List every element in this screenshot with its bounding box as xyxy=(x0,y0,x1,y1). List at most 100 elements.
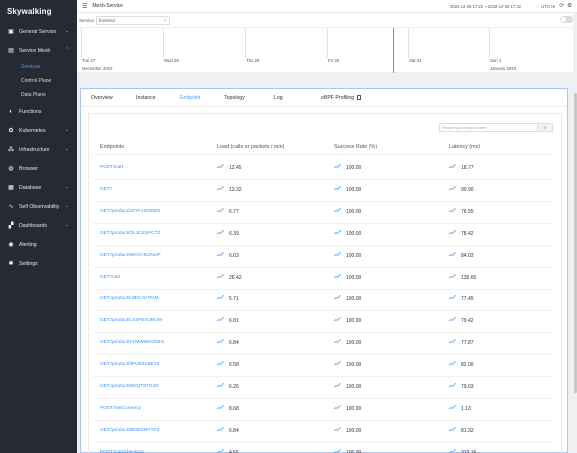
trend-sparkline-icon[interactable] xyxy=(217,229,224,235)
trend-sparkline-icon[interactable] xyxy=(334,405,341,410)
settings-icon[interactable]: ⚙ xyxy=(567,3,572,9)
search-icon[interactable]: ⌕ xyxy=(537,124,552,131)
table-row[interactable]: GET:/product/9SIQT8TOJO 6.26 100.00 79.03 xyxy=(93,377,553,399)
trend-sparkline-icon[interactable] xyxy=(449,383,456,388)
page-scrollbar[interactable] xyxy=(573,13,577,453)
table-row[interactable]: GET:/product/6E92ZMYYFZ 6.84 100.00 81.32 xyxy=(93,421,553,443)
sidebar-subitem-data-plane[interactable]: Data Plane xyxy=(0,88,77,102)
sidebar-item-service-mesh[interactable]: ▤ Service Mesh ⌃ xyxy=(0,41,77,60)
trend-sparkline-icon[interactable] xyxy=(334,339,341,344)
trend-sparkline-icon[interactable] xyxy=(334,273,341,279)
trend-sparkline-icon[interactable] xyxy=(217,164,224,169)
tab-overview[interactable]: Overview xyxy=(91,95,113,101)
table-row[interactable]: GET:/ 13.32 100.00 90.90 xyxy=(93,180,553,202)
reload-icon[interactable]: ⟳ xyxy=(559,3,564,9)
scrollbar-thumb[interactable] xyxy=(573,93,577,393)
sidebar-item-general-service[interactable]: ▣ General Service ⌄ xyxy=(0,22,77,41)
tab-log[interactable]: Log xyxy=(274,95,283,101)
endpoint-link[interactable]: GET:/product/OLJCESPC7Z xyxy=(100,231,160,236)
sidebar-item-self-observability[interactable]: ∿ Self Observability ⌄ xyxy=(0,197,77,216)
trend-sparkline-icon[interactable] xyxy=(334,317,341,322)
trend-sparkline-icon[interactable] xyxy=(217,317,224,322)
endpoint-link[interactable]: GET:/product/2ZYFJ3GM2N xyxy=(100,209,160,214)
tab-ebpf-profiling[interactable]: eBPF Profiling xyxy=(321,95,362,101)
sidebar-item-alerting[interactable]: ◉ Alerting xyxy=(0,235,77,254)
trend-sparkline-icon[interactable] xyxy=(449,426,456,432)
trend-sparkline-icon[interactable] xyxy=(449,295,456,300)
sidebar-item-infrastructure[interactable]: ⁂ Infrastructure ⌄ xyxy=(0,140,77,159)
trend-sparkline-icon[interactable] xyxy=(217,426,224,432)
endpoint-link[interactable]: GET:/product/1YMWWN1N4O xyxy=(100,340,164,345)
trend-sparkline-icon[interactable] xyxy=(334,383,341,388)
table-row[interactable]: GET:/product/OLJCESPC7Z 6.39 100.00 78.42 xyxy=(93,224,553,246)
endpoint-link[interactable]: POST:/cart xyxy=(100,165,123,170)
trend-sparkline-icon[interactable] xyxy=(334,448,341,453)
trend-sparkline-icon[interactable] xyxy=(334,164,341,169)
trend-sparkline-icon[interactable] xyxy=(217,186,224,191)
trend-sparkline-icon[interactable] xyxy=(217,361,224,366)
sidebar-item-dashboards[interactable]: ▞ Dashboards ⌄ xyxy=(0,216,77,235)
table-row[interactable]: POST:/setCurrency 8.68 100.00 1.13 xyxy=(93,399,553,421)
endpoint-link[interactable]: GET:/product/L9ECAV7KIM xyxy=(100,296,159,301)
menu-icon[interactable]: ☰ xyxy=(82,3,87,10)
trend-sparkline-icon[interactable] xyxy=(449,448,456,453)
table-row[interactable]: GET:/cart 26.42 100.00 139.65 xyxy=(93,268,553,290)
event-timeline[interactable]: Tue 27 Wed 28 Thu 29 Fri 30 Sat 31 Sun 1 Decem… xyxy=(77,27,573,73)
trend-sparkline-icon[interactable] xyxy=(217,405,224,410)
sidebar-item-database[interactable]: ▦ Database ⌄ xyxy=(0,178,77,197)
trend-sparkline-icon[interactable] xyxy=(334,186,341,191)
trend-sparkline-icon[interactable] xyxy=(217,295,224,300)
table-row[interactable]: GET:/product/2ZYFJ3GM2N 6.77 100.00 76.55 xyxy=(93,202,553,224)
trend-sparkline-icon[interactable] xyxy=(334,426,341,432)
sidebar-item-functions[interactable]: ◐ Functions xyxy=(0,102,77,121)
trend-sparkline-icon[interactable] xyxy=(449,186,456,191)
endpoint-link[interactable]: GET:/product/9SIQT8TOJO xyxy=(100,384,159,389)
trend-sparkline-icon[interactable] xyxy=(449,339,456,344)
sidebar-subitem-control-plane[interactable]: Control Plane xyxy=(0,74,77,88)
trend-sparkline-icon[interactable] xyxy=(217,383,224,388)
trend-sparkline-icon[interactable] xyxy=(334,251,341,257)
sidebar-subitem-services[interactable]: Services xyxy=(0,60,77,74)
endpoint-link[interactable]: GET:/ xyxy=(100,187,112,192)
clipboard-icon[interactable] xyxy=(357,95,362,100)
trend-sparkline-icon[interactable] xyxy=(334,229,341,235)
table-row[interactable]: GET:/product/1YMWWN1N4O 6.84 100.00 77.87 xyxy=(93,333,553,356)
tab-instance[interactable]: Instance xyxy=(136,95,156,101)
trend-sparkline-icon[interactable] xyxy=(449,207,456,213)
endpoint-link[interactable]: POST:/setCurrency xyxy=(100,406,141,411)
time-range-picker[interactable]: 2022-12-26 17:22 ~ 2022-12-26 17:42 xyxy=(450,4,521,9)
trend-sparkline-icon[interactable] xyxy=(334,207,341,213)
table-row[interactable]: POST:/cart/checkout 4.55 100.00 319.16 xyxy=(93,443,553,453)
trend-sparkline-icon[interactable] xyxy=(217,251,224,257)
trend-sparkline-icon[interactable] xyxy=(217,273,224,279)
endpoint-link[interactable]: GET:/cart xyxy=(100,275,120,280)
table-row[interactable]: GET:/product/0PUK6V6EV0 6.58 100.00 82.00 xyxy=(93,355,553,378)
trend-sparkline-icon[interactable] xyxy=(334,361,341,366)
endpoint-link[interactable]: GET:/product/0PUK6V6EV0 xyxy=(100,362,159,367)
trend-sparkline-icon[interactable] xyxy=(449,317,456,322)
service-select[interactable]: frontend ⌄ xyxy=(96,15,171,25)
endpoint-search[interactable]: Please input endpoint name ⌕ xyxy=(439,123,553,132)
table-row[interactable]: GET:/product/L9ECAV7KIM 5.71 100.00 77.45 xyxy=(93,289,553,312)
trend-sparkline-icon[interactable] xyxy=(217,339,224,344)
sidebar-item-settings[interactable]: ✱ Settings xyxy=(0,254,77,273)
table-row[interactable]: GET:/product/66VCHSJNUP 6.03 100.00 84.03 xyxy=(93,246,553,268)
trend-sparkline-icon[interactable] xyxy=(217,207,224,213)
trend-sparkline-icon[interactable] xyxy=(449,405,456,410)
table-row[interactable]: GET:/product/LS4PSXUNUM 6.81 100.00 79.42 xyxy=(93,311,553,334)
tab-endpoint[interactable]: Endpoint xyxy=(180,95,200,101)
trend-sparkline-icon[interactable] xyxy=(449,164,456,169)
table-row[interactable]: POST:/cart 12.45 100.00 18.77 xyxy=(93,158,553,180)
trend-sparkline-icon[interactable] xyxy=(334,295,341,300)
tab-topology[interactable]: Topology xyxy=(224,95,245,101)
app-logo[interactable]: Skywalking xyxy=(0,0,77,22)
endpoint-link[interactable]: GET:/product/LS4PSXUNUM xyxy=(100,318,162,323)
trend-sparkline-icon[interactable] xyxy=(449,251,456,257)
sidebar-item-browser[interactable]: ◍ Browser xyxy=(0,159,77,178)
endpoint-link[interactable]: GET:/product/6E92ZMYYFZ xyxy=(100,428,160,433)
auto-refresh-toggle[interactable] xyxy=(560,16,573,23)
trend-sparkline-icon[interactable] xyxy=(217,448,224,453)
sidebar-item-kubernetes[interactable]: ✿ Kubernetes ⌄ xyxy=(0,121,77,140)
trend-sparkline-icon[interactable] xyxy=(449,229,456,235)
endpoint-link[interactable]: GET:/product/66VCHSJNUP xyxy=(100,253,161,258)
